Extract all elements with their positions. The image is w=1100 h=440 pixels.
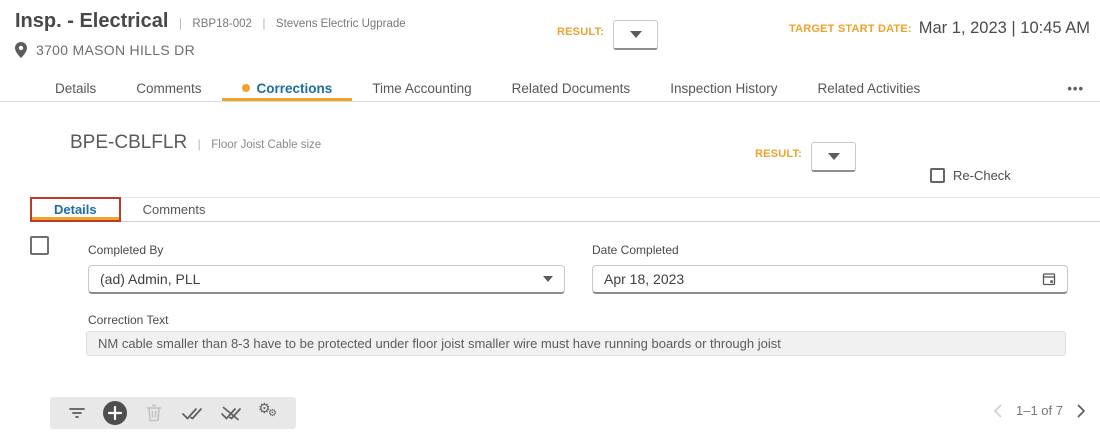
- tab-label: Related Documents: [512, 81, 631, 96]
- correction-details-form: Completed By (ad) Admin, PLL Date Comple…: [0, 223, 1100, 393]
- record-id: RBP18-002: [192, 18, 251, 30]
- chevron-down-icon: [543, 276, 553, 282]
- gears-glyph: ⚙⚙: [258, 402, 280, 424]
- target-start-block: TARGET START DATE: Mar 1, 2023 | 10:45 A…: [789, 19, 1090, 38]
- page-range-text: 1–1 of 7: [1016, 403, 1063, 418]
- tab-time-accounting[interactable]: Time Accounting: [352, 75, 491, 101]
- recheck-label: Re-Check: [953, 168, 1011, 183]
- pagination: 1–1 of 7: [993, 403, 1086, 418]
- subtab-label: Details: [54, 202, 97, 217]
- tab-label: Corrections: [257, 81, 333, 96]
- add-icon[interactable]: [102, 400, 128, 426]
- row-select-checkbox[interactable]: [30, 236, 49, 255]
- settings-icon[interactable]: ⚙⚙: [256, 400, 282, 426]
- target-start-label: TARGET START DATE:: [789, 23, 912, 35]
- date-completed-group: Date Completed Apr 18, 2023: [592, 243, 1068, 294]
- filter-icon[interactable]: [64, 400, 90, 426]
- correction-item-header: BPE-CBLFLR | Floor Joist Cable size RESU…: [0, 102, 1100, 197]
- page-next-icon[interactable]: [1077, 404, 1086, 418]
- tab-related-activities[interactable]: Related Activities: [797, 75, 940, 101]
- tab-overflow-menu[interactable]: •••: [1067, 75, 1084, 101]
- correction-description: Floor Joist Cable size: [211, 139, 321, 151]
- recheck-group: Re-Check: [930, 168, 1011, 183]
- page-title: Insp. - Electrical: [15, 10, 168, 32]
- completed-by-group: Completed By (ad) Admin, PLL: [88, 243, 565, 294]
- address-text: 3700 MASON HILLS DR: [36, 42, 195, 58]
- chevron-down-icon: [630, 31, 642, 38]
- date-completed-value: Apr 18, 2023: [604, 271, 684, 287]
- inspection-result-block: RESULT:: [557, 20, 658, 50]
- delete-icon[interactable]: [141, 400, 167, 426]
- tab-label: Inspection History: [670, 81, 777, 96]
- tab-label: Details: [55, 81, 96, 96]
- corrections-toolbar: ⚙⚙: [50, 397, 296, 429]
- main-tabbar: Details Comments Corrections Time Accoun…: [0, 75, 1100, 102]
- subtab-details[interactable]: Details: [30, 197, 121, 222]
- page-header: Insp. - Electrical | RBP18-002 | Stevens…: [0, 0, 1100, 75]
- completed-by-label: Completed By: [88, 243, 565, 257]
- footer-bar: ⚙⚙ 1–1 of 7: [0, 393, 1100, 435]
- correction-text-label: Correction Text: [88, 313, 168, 327]
- calendar-icon[interactable]: [1042, 272, 1056, 286]
- result-label: RESULT:: [755, 148, 802, 160]
- inspection-result-dropdown[interactable]: [613, 20, 658, 50]
- record-name: Stevens Electric Ugprade: [276, 18, 406, 30]
- uncheck-all-icon[interactable]: [218, 400, 244, 426]
- tab-label: Comments: [136, 81, 201, 96]
- correction-text-field: NM cable smaller than 8-3 have to be pro…: [86, 331, 1066, 356]
- page-prev-icon[interactable]: [993, 404, 1002, 418]
- tab-label: Related Activities: [817, 81, 920, 96]
- correction-result-dropdown[interactable]: [811, 142, 856, 172]
- correction-text-value: NM cable smaller than 8-3 have to be pro…: [98, 336, 781, 351]
- inspection-detail-page: Insp. - Electrical | RBP18-002 | Stevens…: [0, 0, 1100, 440]
- completed-by-value: (ad) Admin, PLL: [100, 271, 200, 287]
- correction-code: BPE-CBLFLR: [70, 132, 187, 153]
- title-row: Insp. - Electrical | RBP18-002 | Stevens…: [15, 10, 406, 33]
- tab-label: Time Accounting: [372, 81, 471, 96]
- check-all-icon[interactable]: [179, 400, 205, 426]
- correction-separator: |: [198, 137, 201, 151]
- tab-corrections[interactable]: Corrections: [222, 75, 353, 101]
- date-completed-label: Date Completed: [592, 243, 1068, 257]
- tab-related-documents[interactable]: Related Documents: [492, 75, 651, 101]
- chevron-down-icon: [828, 153, 840, 160]
- title-separator: |: [179, 16, 182, 30]
- tab-details[interactable]: Details: [35, 75, 116, 101]
- correction-result-block: RESULT:: [755, 142, 856, 172]
- target-start-value: Mar 1, 2023 | 10:45 AM: [919, 19, 1090, 38]
- tab-inspection-history[interactable]: Inspection History: [650, 75, 797, 101]
- subtab-label: Comments: [143, 202, 206, 217]
- address-row: 3700 MASON HILLS DR: [15, 42, 195, 58]
- tab-comments[interactable]: Comments: [116, 75, 221, 101]
- result-label: RESULT:: [557, 26, 604, 38]
- completed-by-select[interactable]: (ad) Admin, PLL: [88, 265, 565, 294]
- correction-subtabs: Details Comments: [30, 197, 1100, 222]
- recheck-checkbox[interactable]: [930, 168, 945, 183]
- correction-title: BPE-CBLFLR | Floor Joist Cable size: [70, 132, 321, 154]
- title-separator: |: [262, 16, 265, 30]
- date-completed-input[interactable]: Apr 18, 2023: [592, 265, 1068, 294]
- subtab-comments[interactable]: Comments: [121, 198, 228, 221]
- active-tab-dot-icon: [242, 84, 250, 92]
- location-pin-icon: [15, 42, 27, 58]
